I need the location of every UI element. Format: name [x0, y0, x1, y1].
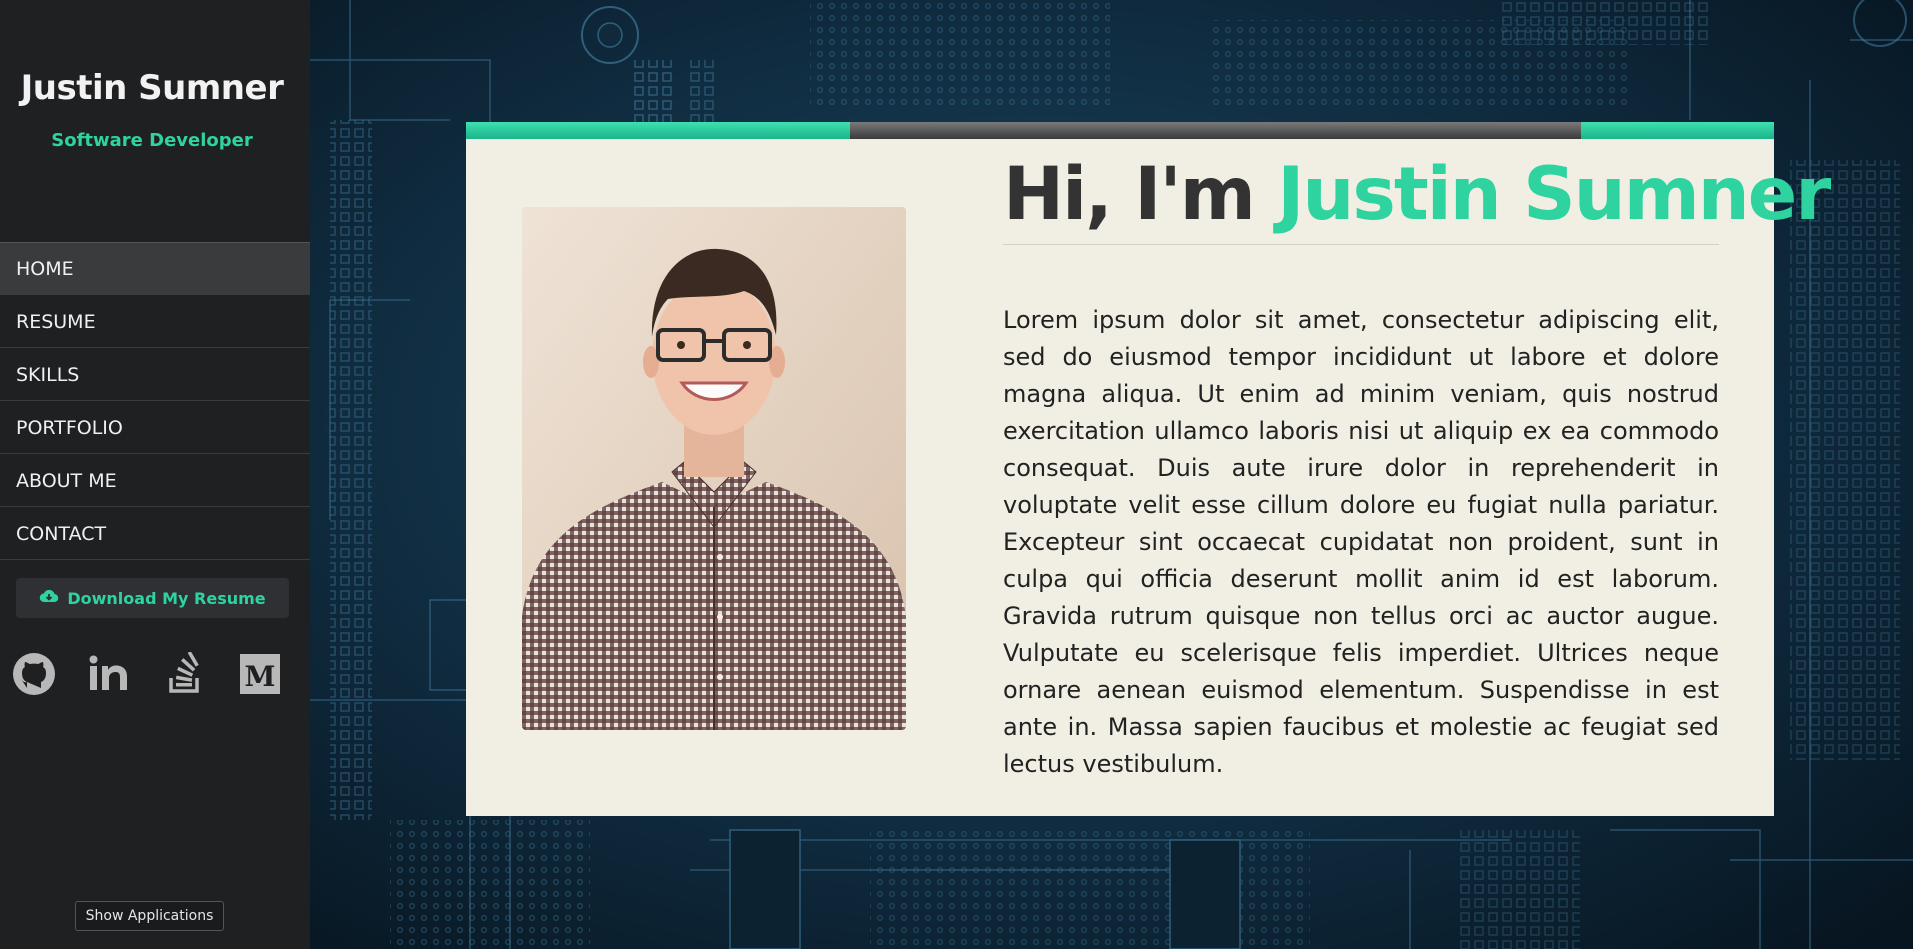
intro-card: Hi, I'm Justin Sumner Lorem ipsum dolor …	[466, 122, 1831, 816]
cloud-download-icon	[39, 588, 59, 608]
greeting-text: Hi, I'm	[1003, 152, 1278, 237]
sidebar: Justin Sumner Software Developer HOME RE…	[0, 0, 310, 949]
github-icon[interactable]	[12, 652, 56, 696]
bio-paragraph: Lorem ipsum dolor sit amet, consectetur …	[1003, 306, 1719, 778]
linkedin-icon[interactable]	[87, 652, 131, 696]
nav-item-resume[interactable]: RESUME	[0, 295, 310, 348]
nav-item-contact[interactable]: CONTACT	[0, 507, 310, 560]
site-owner-name[interactable]: Justin Sumner	[0, 68, 304, 108]
greeting-name: Justin Sumner	[1277, 152, 1831, 237]
profile-photo	[522, 207, 906, 730]
nav-item-skills[interactable]: SKILLS	[0, 348, 310, 401]
heading-divider	[1003, 244, 1719, 245]
medium-icon[interactable]: M	[238, 652, 282, 696]
stackoverflow-icon[interactable]	[163, 652, 207, 696]
site-owner-role: Software Developer	[51, 130, 253, 151]
download-resume-label: Download My Resume	[67, 588, 266, 608]
main-navigation: HOME RESUME SKILLS PORTFOLIO ABOUT ME CO…	[0, 242, 310, 560]
show-applications-button[interactable]: Show Applications	[75, 901, 224, 931]
social-links: M	[12, 652, 282, 696]
greeting-heading: Hi, I'm Justin Sumner	[1003, 152, 1831, 237]
svg-text:M: M	[244, 660, 275, 693]
card-accent-bar	[466, 122, 1774, 139]
nav-item-portfolio[interactable]: PORTFOLIO	[0, 401, 310, 454]
nav-item-about-me[interactable]: ABOUT ME	[0, 454, 310, 507]
download-resume-button[interactable]: Download My Resume	[16, 578, 289, 618]
nav-item-home[interactable]: HOME	[0, 242, 310, 295]
